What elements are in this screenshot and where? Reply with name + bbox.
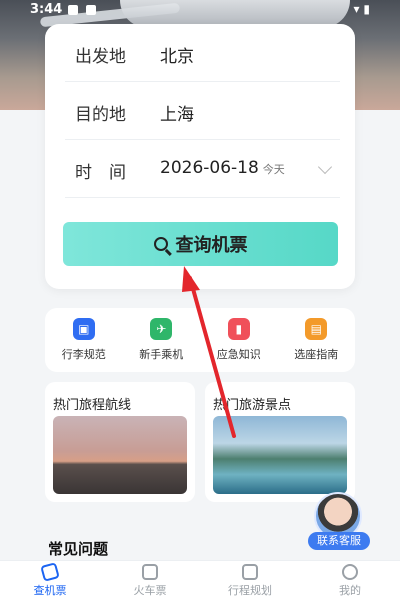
popular-spots-card[interactable]: 热门旅游景点 xyxy=(205,382,355,502)
nav-flights[interactable]: 查机票 xyxy=(0,561,100,600)
train-icon xyxy=(142,563,158,580)
flight-search-card: 出发地 北京 目的地 上海 时 间 2026-06-18 今天 查询机票 xyxy=(45,24,355,289)
destination-label: 目的地 xyxy=(75,105,126,125)
emergency-icon: ▮ xyxy=(227,318,250,340)
departure-value[interactable]: 北京 xyxy=(160,42,194,67)
status-time: 3:44 xyxy=(30,2,63,17)
date-text: 2026-06-18 xyxy=(160,158,259,178)
popular-routes-card[interactable]: 热门旅程航线 xyxy=(45,382,195,502)
status-bar: 3:44 ▾ ▮ xyxy=(0,0,400,22)
nav-profile[interactable]: 我的 xyxy=(300,561,400,600)
nav-label: 行程规划 xyxy=(228,583,272,597)
quick-link-luggage[interactable]: ▣ 行李规范 xyxy=(45,308,123,372)
customer-service-button[interactable]: 联系客服 xyxy=(308,492,370,554)
quick-links: ▣ 行李规范 ✈ 新手乘机 ▮ 应急知识 ▤ 选座指南 xyxy=(45,308,355,372)
suitcase-icon xyxy=(242,563,258,580)
seat-icon: ▤ xyxy=(305,318,328,340)
departure-label: 出发地 xyxy=(75,47,126,67)
search-button-label: 查询机票 xyxy=(175,235,248,256)
quick-link-label: 新手乘机 xyxy=(139,348,184,361)
quick-link-newbie[interactable]: ✈ 新手乘机 xyxy=(123,308,201,372)
faq-title: 常见问题 xyxy=(48,540,109,558)
nav-label: 我的 xyxy=(339,583,361,597)
status-notification-icon xyxy=(68,5,78,15)
destination-row[interactable]: 目的地 上海 xyxy=(65,82,340,140)
destination-value[interactable]: 上海 xyxy=(160,100,194,125)
popular-spots-title: 热门旅游景点 xyxy=(213,398,292,413)
date-value[interactable]: 2026-06-18 今天 xyxy=(160,158,285,178)
plane-icon xyxy=(40,561,60,582)
nav-label: 火车票 xyxy=(133,583,167,597)
coastline-image xyxy=(213,416,347,494)
quick-link-label: 应急知识 xyxy=(216,348,261,361)
luggage-icon: ▣ xyxy=(72,318,95,340)
search-flights-button[interactable]: 查询机票 xyxy=(63,222,338,266)
date-label: 时 间 xyxy=(75,163,126,183)
departure-row[interactable]: 出发地 北京 xyxy=(65,24,340,82)
today-tag: 今天 xyxy=(262,163,285,176)
plane-icon: ✈ xyxy=(150,318,173,340)
nav-label: 查机票 xyxy=(33,583,67,597)
search-icon xyxy=(153,237,168,251)
quick-link-label: 选座指南 xyxy=(294,348,339,361)
nav-itinerary[interactable]: 行程规划 xyxy=(200,561,300,600)
quick-link-label: 行李规范 xyxy=(61,348,106,361)
bottom-nav: 查机票 火车票 行程规划 我的 xyxy=(0,560,400,600)
status-indicators: ▾ ▮ xyxy=(353,2,370,16)
chevron-down-icon[interactable] xyxy=(317,159,333,175)
quick-link-emergency[interactable]: ▮ 应急知识 xyxy=(200,308,278,372)
status-notification-icon xyxy=(86,5,96,15)
customer-service-label: 联系客服 xyxy=(308,532,370,550)
date-row[interactable]: 时 间 2026-06-18 今天 xyxy=(65,140,340,198)
nav-trains[interactable]: 火车票 xyxy=(100,561,200,600)
quick-link-seat[interactable]: ▤ 选座指南 xyxy=(278,308,356,372)
popular-routes-title: 热门旅程航线 xyxy=(53,398,132,413)
user-icon xyxy=(342,563,358,580)
runway-sunset-image xyxy=(53,416,187,494)
